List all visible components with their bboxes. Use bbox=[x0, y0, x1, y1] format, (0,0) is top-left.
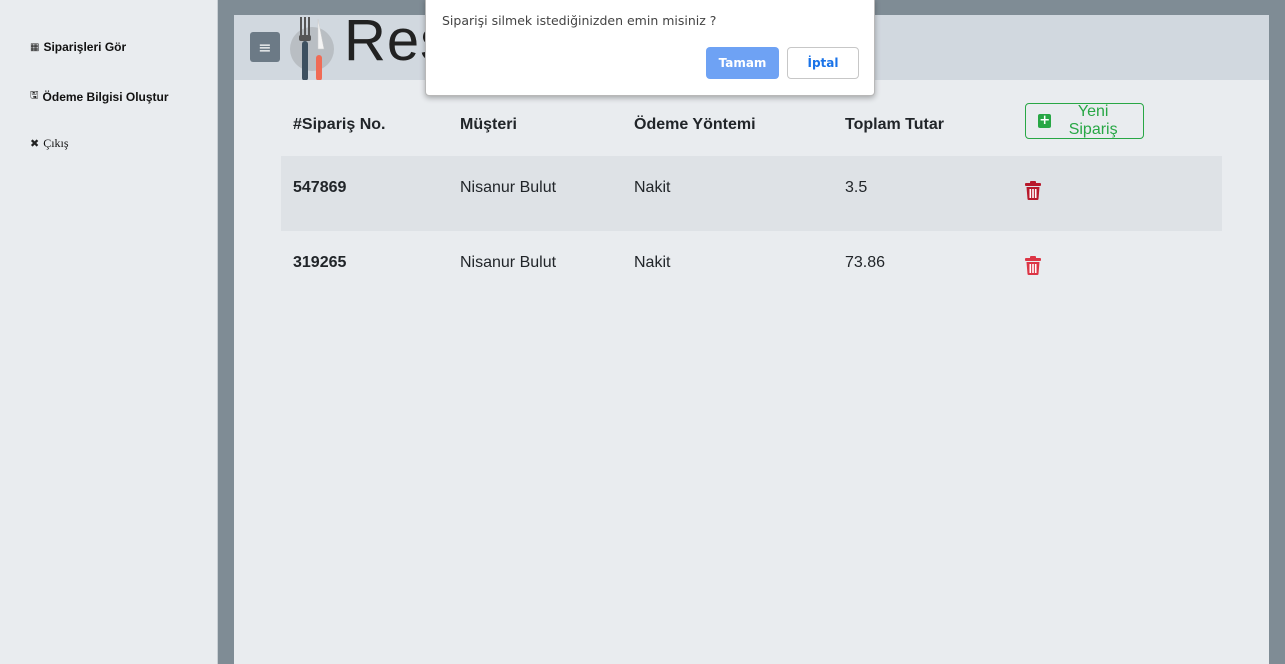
sidebar-item-label: Ödeme Bilgisi Oluştur bbox=[42, 89, 169, 104]
new-order-label: Yeni Sipariş bbox=[1068, 103, 1118, 138]
sidebar-item-create-payment[interactable]: 🖫 Ödeme Bilgisi Oluştur bbox=[30, 88, 169, 105]
sidebar-item-label: Çıkış bbox=[43, 136, 69, 150]
table-row: 547869 Nisanur Bulut Nakit 3.5 bbox=[281, 156, 1222, 231]
payment-method: Nakit bbox=[622, 156, 833, 231]
dialog-message: Siparişi silmek istediğinizden emin misi… bbox=[442, 13, 717, 28]
sidebar-item-view-orders[interactable]: ▦ Siparişleri Gör bbox=[30, 40, 126, 54]
hamburger-icon: ≡ bbox=[258, 37, 272, 57]
cancel-button[interactable]: İptal bbox=[787, 47, 859, 79]
ok-button[interactable]: Tamam bbox=[706, 47, 779, 79]
payment-method: Nakit bbox=[634, 253, 671, 271]
trash-icon[interactable] bbox=[1025, 255, 1041, 280]
confirm-dialog: Siparişi silmek istediğinizden emin misi… bbox=[425, 0, 875, 96]
menu-toggle-button[interactable]: ≡ bbox=[250, 32, 280, 62]
table-icon: ▦ bbox=[30, 41, 40, 53]
sidebar: ▦ Siparişleri Gör 🖫 Ödeme Bilgisi Oluştu… bbox=[0, 0, 218, 664]
orders-table: #Sipariş No. Müşteri Ödeme Yöntemi Topla… bbox=[281, 80, 1222, 306]
column-header: #Sipariş No. bbox=[281, 80, 448, 156]
trash-icon[interactable] bbox=[1025, 180, 1041, 205]
column-header-actions: + Yeni Sipariş bbox=[1013, 80, 1222, 156]
main-content: ≡ Res #Sipariş No. Müşteri Ödeme Yöntemi… bbox=[234, 8, 1269, 664]
close-icon: ✖ bbox=[30, 137, 40, 150]
order-number: 319265 bbox=[293, 253, 347, 271]
sidebar-item-label: Siparişleri Gör bbox=[43, 40, 127, 54]
total-amount: 3.5 bbox=[833, 156, 1013, 231]
plus-icon: + bbox=[1038, 113, 1052, 128]
row-actions bbox=[1013, 231, 1222, 306]
row-actions bbox=[1013, 156, 1222, 231]
sidebar-item-logout[interactable]: ✖ Çıkış bbox=[30, 136, 69, 151]
order-number: 547869 bbox=[281, 156, 448, 231]
new-order-button[interactable]: + Yeni Sipariş bbox=[1025, 103, 1144, 139]
save-icon: 🖫 bbox=[30, 90, 39, 101]
customer-name: Nisanur Bulut bbox=[460, 253, 557, 271]
table-row: 319265 Nisanur Bulut Nakit 73.86 bbox=[281, 231, 1222, 306]
total-amount: 73.86 bbox=[845, 253, 886, 271]
restaurant-logo-icon bbox=[290, 17, 334, 81]
customer-name: Nisanur Bulut bbox=[448, 156, 622, 231]
